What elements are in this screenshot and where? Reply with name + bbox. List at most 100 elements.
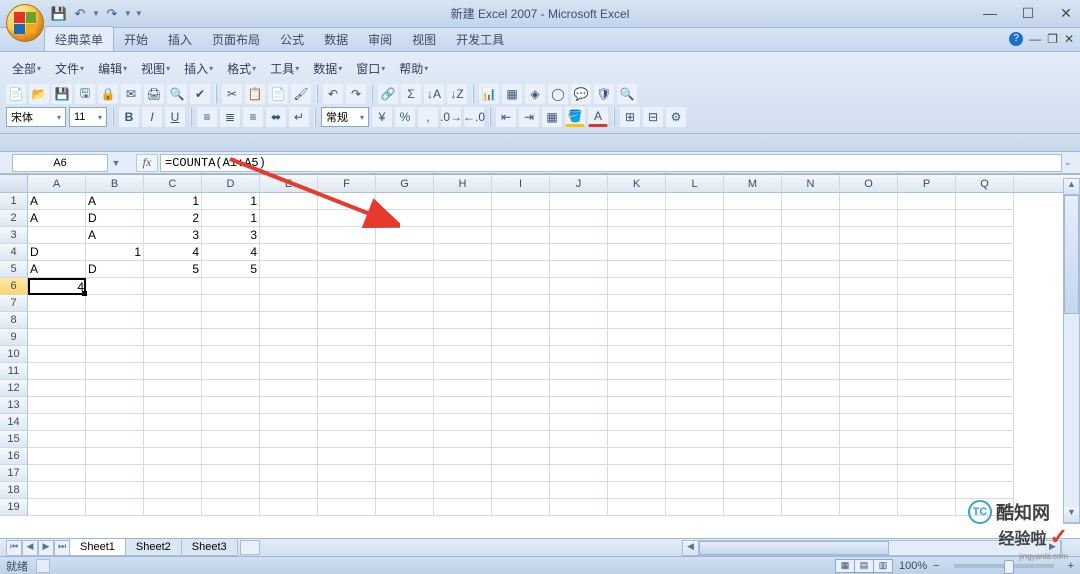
cell-K4[interactable] bbox=[608, 244, 666, 261]
cell-E16[interactable] bbox=[260, 448, 318, 465]
cell-K12[interactable] bbox=[608, 380, 666, 397]
cell-J6[interactable] bbox=[550, 278, 608, 295]
cell-C6[interactable] bbox=[144, 278, 202, 295]
cell-I4[interactable] bbox=[492, 244, 550, 261]
cell-B1[interactable]: A bbox=[86, 193, 144, 210]
merge-icon[interactable]: ⬌ bbox=[266, 107, 286, 127]
tab-insert[interactable]: 插入 bbox=[158, 27, 202, 51]
cut-icon[interactable]: ✂ bbox=[222, 84, 242, 104]
cell-L8[interactable] bbox=[666, 312, 724, 329]
cell-C19[interactable] bbox=[144, 499, 202, 516]
row-header-3[interactable]: 3 bbox=[0, 227, 28, 244]
save-icon[interactable]: 💾 bbox=[52, 84, 72, 104]
cell-G16[interactable] bbox=[376, 448, 434, 465]
cell-A16[interactable] bbox=[28, 448, 86, 465]
cell-D8[interactable] bbox=[202, 312, 260, 329]
cell-F15[interactable] bbox=[318, 431, 376, 448]
cell-M6[interactable] bbox=[724, 278, 782, 295]
row-header-11[interactable]: 11 bbox=[0, 363, 28, 380]
underline-icon[interactable]: U bbox=[165, 107, 185, 127]
column-header-E[interactable]: E bbox=[260, 175, 318, 192]
cell-L5[interactable] bbox=[666, 261, 724, 278]
cell-O17[interactable] bbox=[840, 465, 898, 482]
cell-Q5[interactable] bbox=[956, 261, 1014, 278]
menu-file[interactable]: 文件▾ bbox=[49, 58, 90, 79]
font-color-icon[interactable]: A bbox=[588, 107, 608, 127]
redo-dropdown-icon[interactable]: ▼ bbox=[124, 9, 132, 18]
percent-icon[interactable]: % bbox=[395, 107, 415, 127]
cell-I9[interactable] bbox=[492, 329, 550, 346]
font-size-select[interactable]: 11▾ bbox=[69, 107, 107, 127]
currency-icon[interactable]: ¥ bbox=[372, 107, 392, 127]
cell-K10[interactable] bbox=[608, 346, 666, 363]
row-header-17[interactable]: 17 bbox=[0, 465, 28, 482]
cell-J11[interactable] bbox=[550, 363, 608, 380]
cell-H6[interactable] bbox=[434, 278, 492, 295]
cell-K8[interactable] bbox=[608, 312, 666, 329]
cell-Q15[interactable] bbox=[956, 431, 1014, 448]
sort-asc-icon[interactable]: ↓A bbox=[424, 84, 444, 104]
cell-B15[interactable] bbox=[86, 431, 144, 448]
cell-J14[interactable] bbox=[550, 414, 608, 431]
cell-B5[interactable]: D bbox=[86, 261, 144, 278]
cell-G14[interactable] bbox=[376, 414, 434, 431]
cell-F3[interactable] bbox=[318, 227, 376, 244]
cell-C10[interactable] bbox=[144, 346, 202, 363]
cell-O18[interactable] bbox=[840, 482, 898, 499]
cell-I8[interactable] bbox=[492, 312, 550, 329]
tab-home[interactable]: 开始 bbox=[114, 27, 158, 51]
undo2-icon[interactable]: ↶ bbox=[323, 84, 343, 104]
cell-E14[interactable] bbox=[260, 414, 318, 431]
italic-icon[interactable]: I bbox=[142, 107, 162, 127]
mail-icon[interactable]: ✉ bbox=[121, 84, 141, 104]
cell-G4[interactable] bbox=[376, 244, 434, 261]
cell-C7[interactable] bbox=[144, 295, 202, 312]
cell-N3[interactable] bbox=[782, 227, 840, 244]
cell-O13[interactable] bbox=[840, 397, 898, 414]
cell-K13[interactable] bbox=[608, 397, 666, 414]
cell-F2[interactable] bbox=[318, 210, 376, 227]
cell-D11[interactable] bbox=[202, 363, 260, 380]
cell-D1[interactable]: 1 bbox=[202, 193, 260, 210]
cell-E5[interactable] bbox=[260, 261, 318, 278]
cell-P2[interactable] bbox=[898, 210, 956, 227]
cell-Q9[interactable] bbox=[956, 329, 1014, 346]
cell-K17[interactable] bbox=[608, 465, 666, 482]
cell-J19[interactable] bbox=[550, 499, 608, 516]
cell-C11[interactable] bbox=[144, 363, 202, 380]
cell-D17[interactable] bbox=[202, 465, 260, 482]
cell-A7[interactable] bbox=[28, 295, 86, 312]
cell-A17[interactable] bbox=[28, 465, 86, 482]
cell-M13[interactable] bbox=[724, 397, 782, 414]
cell-J15[interactable] bbox=[550, 431, 608, 448]
cell-G10[interactable] bbox=[376, 346, 434, 363]
cell-M1[interactable] bbox=[724, 193, 782, 210]
menu-all[interactable]: 全部▾ bbox=[6, 58, 47, 79]
increase-indent-icon[interactable]: ⇥ bbox=[519, 107, 539, 127]
cell-E10[interactable] bbox=[260, 346, 318, 363]
cell-M15[interactable] bbox=[724, 431, 782, 448]
hyperlink-icon[interactable]: 🔗 bbox=[378, 84, 398, 104]
cell-F14[interactable] bbox=[318, 414, 376, 431]
cell-A13[interactable] bbox=[28, 397, 86, 414]
cell-J10[interactable] bbox=[550, 346, 608, 363]
cell-O19[interactable] bbox=[840, 499, 898, 516]
zoom-slider[interactable] bbox=[954, 564, 1054, 568]
cell-N13[interactable] bbox=[782, 397, 840, 414]
cell-N7[interactable] bbox=[782, 295, 840, 312]
cell-B10[interactable] bbox=[86, 346, 144, 363]
cell-B8[interactable] bbox=[86, 312, 144, 329]
row-header-10[interactable]: 10 bbox=[0, 346, 28, 363]
cell-K2[interactable] bbox=[608, 210, 666, 227]
cell-L7[interactable] bbox=[666, 295, 724, 312]
format-painter-icon[interactable]: 🖌 bbox=[291, 84, 311, 104]
cell-N12[interactable] bbox=[782, 380, 840, 397]
cell-J5[interactable] bbox=[550, 261, 608, 278]
row-header-9[interactable]: 9 bbox=[0, 329, 28, 346]
cell-O2[interactable] bbox=[840, 210, 898, 227]
cell-G11[interactable] bbox=[376, 363, 434, 380]
cell-N10[interactable] bbox=[782, 346, 840, 363]
sort-desc-icon[interactable]: ↓Z bbox=[447, 84, 467, 104]
select-all-corner[interactable] bbox=[0, 175, 28, 192]
cell-B9[interactable] bbox=[86, 329, 144, 346]
